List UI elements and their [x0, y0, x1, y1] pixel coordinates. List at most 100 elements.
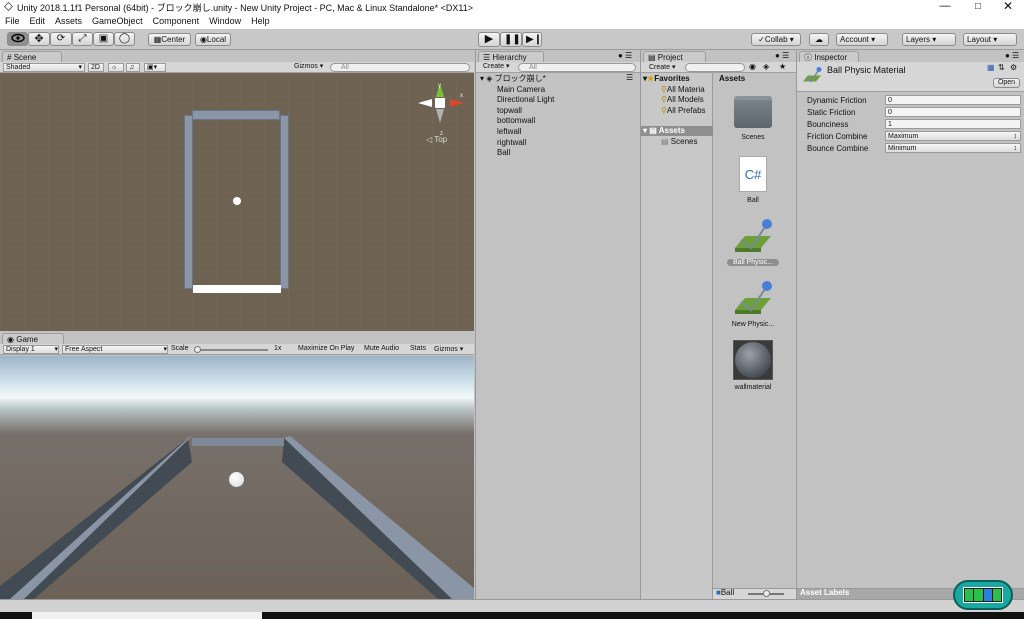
mode-2d-toggle[interactable]: 2D [88, 63, 104, 72]
hierarchy-item-ball[interactable]: Ball [497, 148, 510, 157]
topwall-object[interactable] [192, 110, 280, 120]
display-dropdown[interactable]: Display 1 ▾ [3, 345, 59, 354]
rightwall-object[interactable] [280, 115, 289, 289]
scene-root-item[interactable]: ▾ ◈ ブロック崩し* [480, 73, 546, 84]
scale-tool-button[interactable]: ⤢ [72, 32, 93, 46]
bounce-combine-dropdown[interactable]: Minimum ↕ [885, 143, 1021, 153]
move-tool-button[interactable]: ✥ [28, 32, 50, 46]
preset-icon[interactable]: ⇅ [998, 63, 1005, 72]
menu-assets[interactable]: Assets [50, 14, 87, 29]
assets-tree-item[interactable]: ▾ ▤ Assets [643, 126, 685, 135]
bottomwall-object-selected[interactable] [193, 285, 281, 293]
favorite-all-prefabs[interactable]: ⚲All Prefabs [661, 106, 706, 115]
hierarchy-tab-label: Hierarchy [492, 53, 527, 62]
menu-component[interactable]: Component [148, 14, 205, 29]
dynamic-friction-field[interactable]: 0 [885, 95, 1021, 105]
maximize-button[interactable]: □ [968, 1, 988, 12]
layout-button[interactable]: Layout ▾ [963, 33, 1017, 46]
assets-breadcrumb[interactable]: Assets [719, 74, 745, 83]
project-search-input[interactable] [685, 63, 745, 72]
filter-label-icon[interactable]: ◈ [763, 62, 769, 71]
hierarchy-search-input[interactable]: All [518, 63, 636, 72]
scenes-tree-item[interactable]: ▤ Scenes [661, 137, 697, 146]
hierarchy-item-bottomwall[interactable]: bottomwall [497, 116, 535, 125]
static-friction-field[interactable]: 0 [885, 107, 1021, 117]
view-label[interactable]: ◁ Top [426, 135, 447, 144]
hierarchy-item-topwall[interactable]: topwall [497, 106, 522, 115]
scale-slider-track[interactable] [194, 349, 268, 351]
hierarchy-item-rightwall[interactable]: rightwall [497, 138, 526, 147]
favorite-all-models[interactable]: ⚲All Models [661, 95, 704, 104]
hierarchy-create-button[interactable]: Create ▾ [483, 62, 509, 70]
stats-button[interactable]: Stats [410, 345, 426, 352]
pause-button[interactable]: ❚❚ [500, 32, 522, 47]
aspect-dropdown[interactable]: Free Aspect ▾ [62, 345, 168, 354]
ball-object[interactable] [233, 197, 241, 205]
scale-slider-thumb[interactable] [194, 346, 201, 353]
close-button[interactable]: ✕ [998, 0, 1018, 13]
open-button[interactable]: Open [993, 78, 1020, 88]
scene-gizmos-dropdown[interactable]: Gizmos ▾ [294, 62, 323, 70]
pivot-local-button[interactable]: ◉Local [195, 33, 231, 46]
shading-mode-dropdown[interactable]: Shaded ▾ [3, 63, 85, 72]
rotate-tool-button[interactable]: ⟳ [50, 32, 72, 46]
scene-search-input[interactable]: All [330, 63, 470, 72]
project-footer-item[interactable]: ■Ball [716, 588, 734, 597]
folder-icon: ▤ [661, 137, 669, 146]
favorite-star-icon[interactable]: ★ [779, 62, 786, 71]
asset-new-physic-material[interactable]: New Physic... [727, 280, 779, 334]
layers-button[interactable]: Layers ▾ [902, 33, 956, 46]
filter-type-icon[interactable]: ◉ [749, 62, 756, 71]
orientation-gizmo[interactable]: y x z [412, 79, 468, 139]
friction-combine-dropdown[interactable]: Maximum ↕ [885, 131, 1021, 141]
menu-gameobject[interactable]: GameObject [87, 14, 148, 29]
bounciness-field[interactable]: 1 [885, 119, 1021, 129]
help-icon[interactable]: ▦ [987, 63, 995, 72]
rect-tool-button[interactable]: ▣ [93, 32, 114, 46]
step-button[interactable]: ▶❙ [522, 32, 542, 47]
cloud-button[interactable]: ☁ [809, 33, 829, 46]
asset-wallmaterial[interactable]: wallmaterial [729, 340, 777, 396]
hierarchy-item-leftwall[interactable]: leftwall [497, 127, 521, 136]
effects-dropdown[interactable]: ▣▾ [144, 63, 166, 72]
pivot-center-button[interactable]: ▦Center [148, 33, 191, 46]
favorite-all-materials[interactable]: ⚲All Materia [661, 85, 705, 94]
leftwall-object[interactable] [184, 115, 193, 289]
menu-edit[interactable]: Edit [25, 14, 51, 29]
maximize-on-play-button[interactable]: Maximize On Play [298, 345, 354, 352]
favorites-header[interactable]: ▾★Favorites [643, 74, 690, 83]
audio-toggle[interactable]: ♫ [126, 63, 140, 72]
panel-menu-icon[interactable]: ● ☰ [618, 51, 632, 60]
minimize-button[interactable]: — [935, 0, 955, 12]
csharp-script-icon: C# [739, 156, 767, 192]
scene-viewport[interactable]: y x z ◁ Top [0, 73, 474, 331]
play-button[interactable]: ▶ [478, 32, 500, 47]
material-sphere-icon [733, 340, 773, 380]
lighting-toggle[interactable]: ☼ [108, 63, 124, 72]
asset-ball-script[interactable]: C# Ball [729, 156, 777, 212]
menu-file[interactable]: File [0, 14, 25, 29]
panel-menu-icon[interactable]: ● ☰ [775, 51, 789, 60]
hierarchy-item-directional-light[interactable]: Directional Light [497, 95, 554, 104]
project-create-button[interactable]: Create ▾ [649, 63, 675, 71]
game-gizmos-dropdown[interactable]: Gizmos ▾ [434, 345, 463, 353]
inspector-tab-label: Inspector [814, 53, 848, 62]
menu-window[interactable]: Window [204, 14, 246, 29]
panel-menu-icon[interactable]: ● ☰ [1005, 51, 1019, 60]
menu-help[interactable]: Help [246, 14, 275, 29]
hand-tool-button[interactable] [7, 32, 28, 46]
icon-size-slider-thumb[interactable] [763, 590, 770, 597]
project-tab-icon: ▤ [648, 53, 656, 62]
asset-ball-physic-material[interactable]: Ball Physic... [727, 218, 779, 272]
hierarchy-search-text: All [529, 64, 537, 71]
game-viewport[interactable] [0, 356, 474, 599]
hierarchy-item-main-camera[interactable]: Main Camera [497, 85, 545, 94]
transform-tool-button[interactable]: ◯ [114, 32, 135, 46]
mute-audio-button[interactable]: Mute Audio [364, 345, 399, 352]
gear-icon[interactable]: ⚙ [1010, 63, 1017, 72]
battery-widget-icon[interactable] [953, 580, 1013, 610]
account-button[interactable]: Account ▾ [836, 33, 888, 46]
scene-options-icon[interactable]: ☰ [626, 73, 633, 82]
collab-button[interactable]: ✓Collab ▾ [751, 33, 801, 46]
asset-scenes[interactable]: Scenes [729, 94, 777, 148]
